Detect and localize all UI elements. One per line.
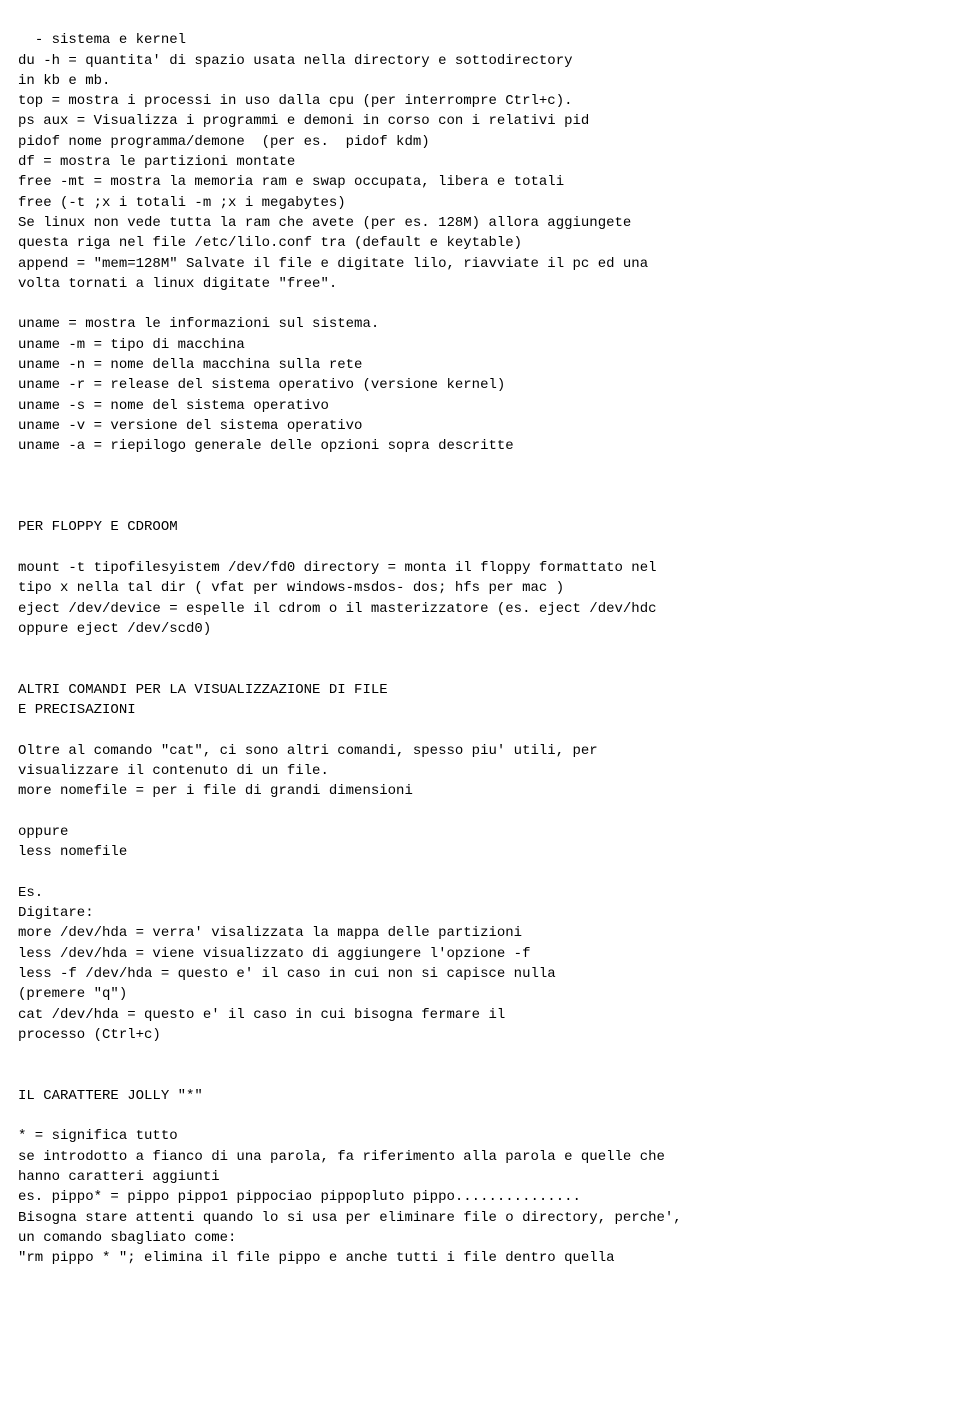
main-content: - sistema e kernel du -h = quantita' di … bbox=[0, 0, 960, 1278]
body-text: - sistema e kernel du -h = quantita' di … bbox=[18, 32, 682, 1266]
